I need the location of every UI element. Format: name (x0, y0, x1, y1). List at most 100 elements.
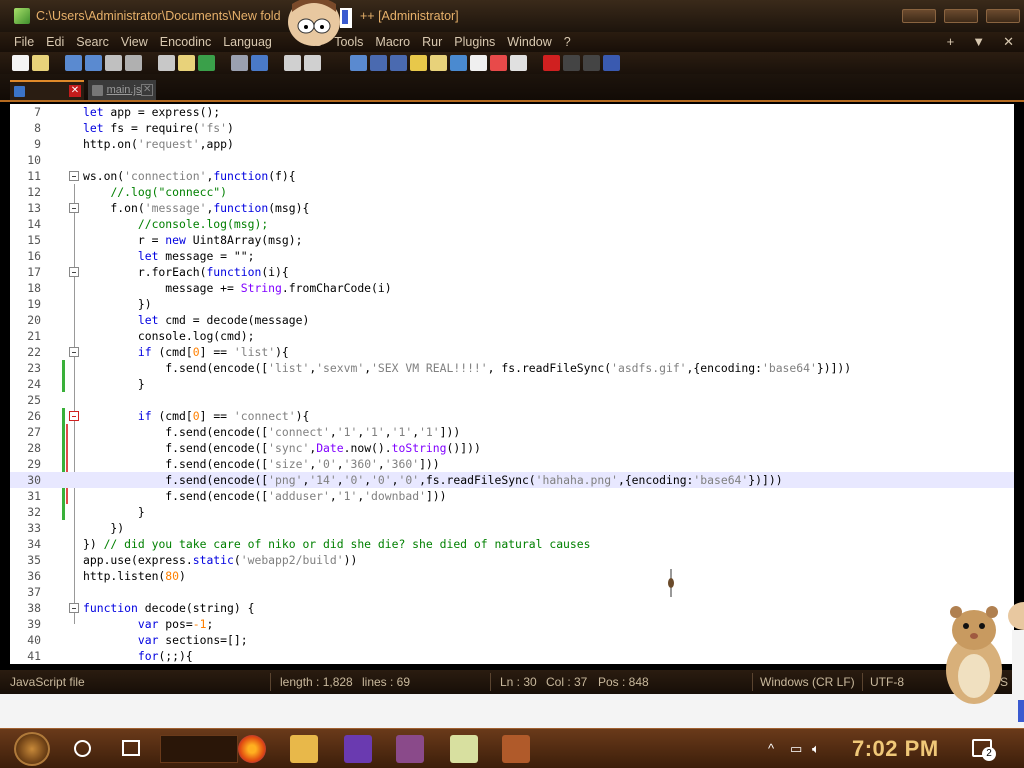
fold-toggle-icon[interactable] (69, 347, 79, 357)
code-line[interactable]: 7 let app = express(); (10, 104, 1014, 120)
close-button[interactable] (986, 9, 1020, 23)
code-line[interactable]: 39 var pos=-1; (10, 616, 1014, 632)
minimize-button[interactable] (902, 9, 936, 23)
notepad-plus-plus-taskbar-icon[interactable] (450, 735, 478, 763)
save-icon[interactable] (65, 55, 82, 71)
run-macro-multiple-icon[interactable] (603, 55, 620, 71)
code-line[interactable]: 17 r.forEach(function(i){ (10, 264, 1014, 280)
task-view-icon[interactable] (122, 740, 140, 756)
stop-macro-icon[interactable] (563, 55, 580, 71)
indent-guide-icon[interactable] (410, 55, 427, 71)
fold-toggle-icon[interactable] (69, 267, 79, 277)
play-macro-icon[interactable] (583, 55, 600, 71)
code-line[interactable]: 13 f.on('message',function(msg){ (10, 200, 1014, 216)
code-line[interactable]: 34}) // did you take care of niko or did… (10, 536, 1014, 552)
save-all-icon[interactable] (85, 55, 102, 71)
taskbar-search-box[interactable] (160, 735, 238, 763)
code-line[interactable]: 22 if (cmd[0] == 'list'){ (10, 344, 1014, 360)
menu-edit[interactable]: Edi (46, 35, 64, 49)
cortana-icon[interactable] (74, 740, 91, 757)
start-button[interactable] (14, 732, 50, 766)
view-icon[interactable] (510, 55, 527, 71)
code-line[interactable]: 14 //console.log(msg); (10, 216, 1014, 232)
app-window-icon[interactable] (502, 735, 530, 763)
menu-language[interactable]: Languag (223, 35, 272, 49)
code-line[interactable]: 35 app.use(express.static('webapp2/build'… (10, 552, 1014, 568)
code-line[interactable]: 37 (10, 584, 1014, 600)
show-hidden-icons-chevron-icon[interactable]: ^ (768, 741, 774, 756)
code-editor[interactable]: 7 let app = express(); 8 let fs = require('… (10, 104, 1014, 664)
code-line[interactable]: 36 http.listen(80) (10, 568, 1014, 584)
code-line[interactable]: 18 message += String.fromCharCode(i) (10, 280, 1014, 296)
tab-list-dropdown-icon[interactable]: ▼ (972, 34, 985, 50)
document-map-icon[interactable] (430, 55, 447, 71)
code-line[interactable]: 32 } (10, 504, 1014, 520)
tab-close-icon[interactable]: ✕ (69, 85, 81, 97)
new-file-icon[interactable] (12, 55, 29, 71)
tab-close-icon[interactable]: ✕ (141, 84, 153, 96)
code-line[interactable]: 30 f.send(encode(['png','14','0','0','0'… (10, 472, 1014, 488)
fold-toggle-icon[interactable] (69, 203, 79, 213)
zoom-in-icon[interactable] (284, 55, 301, 71)
function-list-icon[interactable] (450, 55, 467, 71)
status-eol-format[interactable]: Windows (CR LF) (760, 675, 855, 689)
monitoring-icon[interactable] (490, 55, 507, 71)
zoom-out-icon[interactable] (304, 55, 321, 71)
cut-icon[interactable] (158, 55, 175, 71)
code-line[interactable]: 29 f.send(encode(['size','0','360','360'… (10, 456, 1014, 472)
menu-help[interactable]: ? (564, 35, 571, 49)
code-line[interactable]: 10 (10, 152, 1014, 168)
menu-encoding[interactable]: Encodinc (160, 35, 211, 49)
menu-window[interactable]: Window (507, 35, 551, 49)
code-line[interactable]: 26 if (cmd[0] == 'connect'){ (10, 408, 1014, 424)
code-line[interactable]: 31 f.send(encode(['adduser','1','downbad… (10, 488, 1014, 504)
menu-search[interactable]: Searc (76, 35, 109, 49)
code-line[interactable]: 8 let fs = require('fs') (10, 120, 1014, 136)
folder-workspace-icon[interactable] (470, 55, 487, 71)
volume-icon[interactable]: 🔈︎ (812, 741, 820, 757)
menu-macro[interactable]: Macro (375, 35, 410, 49)
word-wrap-icon[interactable] (370, 55, 387, 71)
tab-main-js[interactable]: main.js ✕ (88, 80, 156, 100)
code-line[interactable]: 20 let cmd = decode(message) (10, 312, 1014, 328)
code-line[interactable]: 19 }) (10, 296, 1014, 312)
code-line[interactable]: 40 var sections=[]; (10, 632, 1014, 648)
open-file-icon[interactable] (32, 55, 49, 71)
code-line[interactable]: 12 //.log("connecc") (10, 184, 1014, 200)
code-line[interactable]: 21 console.log(cmd); (10, 328, 1014, 344)
sync-scroll-icon[interactable] (350, 55, 367, 71)
firefox-icon[interactable] (238, 735, 266, 763)
code-line[interactable]: 24 } (10, 376, 1014, 392)
code-line[interactable]: 25 (10, 392, 1014, 408)
file-explorer-icon[interactable] (290, 735, 318, 763)
code-line[interactable]: 27 f.send(encode(['connect','1','1','1',… (10, 424, 1014, 440)
fold-toggle-icon[interactable] (69, 171, 79, 181)
menu-run[interactable]: Rur (422, 35, 442, 49)
paste-icon[interactable] (178, 55, 195, 71)
replace-icon[interactable] (251, 55, 268, 71)
undo-icon[interactable] (198, 55, 215, 71)
new-tab-plus-icon[interactable]: + (947, 34, 955, 50)
fold-toggle-icon[interactable] (69, 411, 79, 421)
maximize-button[interactable] (944, 9, 978, 23)
code-line[interactable]: 16 let message = ""; (10, 248, 1014, 264)
code-line[interactable]: 15 r = new Uint8Array(msg); (10, 232, 1014, 248)
print-icon[interactable] (125, 55, 142, 71)
code-line[interactable]: 11 ws.on('connection',function(f){ (10, 168, 1014, 184)
code-line[interactable]: 9 http.on('request',app) (10, 136, 1014, 152)
code-line[interactable]: 23 f.send(encode(['list','sexvm','SEX VM… (10, 360, 1014, 376)
visual-studio-icon[interactable] (344, 735, 372, 763)
code-line[interactable]: 41 for(;;){ (10, 648, 1014, 664)
app-character-icon[interactable] (396, 735, 424, 763)
code-line[interactable]: 28 f.send(encode(['sync',Date.now().toSt… (10, 440, 1014, 456)
menu-view[interactable]: View (121, 35, 148, 49)
menu-plugins[interactable]: Plugins (454, 35, 495, 49)
close-document-icon[interactable]: ✕ (1003, 34, 1014, 50)
code-line[interactable]: 33 }) (10, 520, 1014, 536)
show-all-chars-icon[interactable] (390, 55, 407, 71)
fold-toggle-icon[interactable] (69, 603, 79, 613)
menu-file[interactable]: File (14, 35, 34, 49)
close-icon[interactable] (105, 55, 122, 71)
status-encoding[interactable]: UTF-8 (870, 675, 904, 689)
taskbar-clock[interactable]: 7:02 PM (852, 736, 939, 762)
